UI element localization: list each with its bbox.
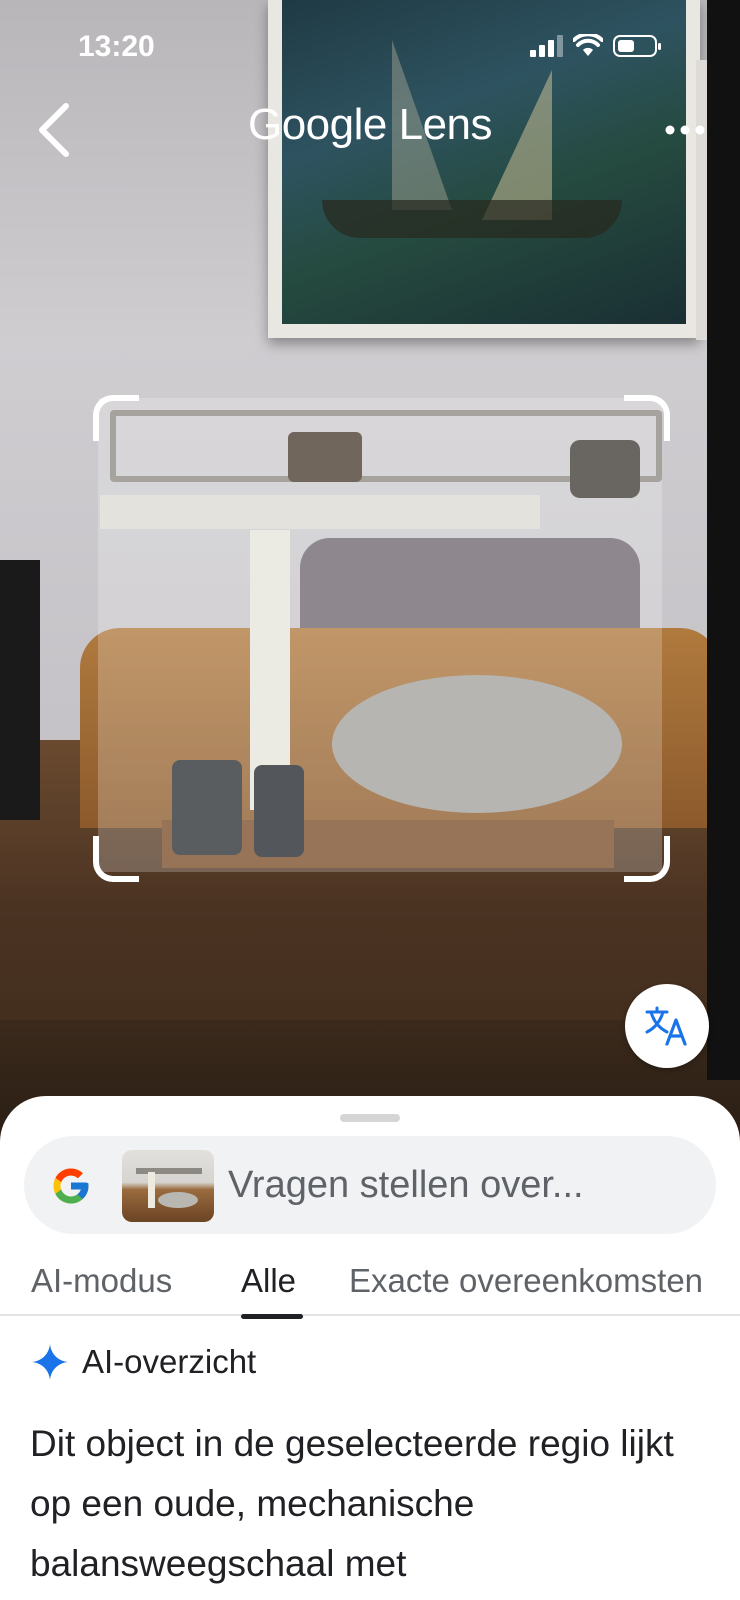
result-tabs: AI-modus Alle Exacte overeenkomsten: [0, 1248, 740, 1319]
signal-icon: [530, 35, 563, 57]
battery-icon: [613, 35, 661, 57]
page-title: Google Lens: [247, 100, 493, 149]
translate-icon: [645, 1006, 687, 1046]
query-thumbnail[interactable]: [122, 1150, 214, 1222]
selection-handle-bottom-right[interactable]: [624, 836, 670, 882]
ai-sparkle-icon: [32, 1344, 68, 1380]
tab-exacte-overeenkomsten[interactable]: Exacte overeenkomsten: [349, 1262, 703, 1300]
ai-overview-header: AI-overzicht: [30, 1342, 256, 1382]
selection-handle-bottom-left[interactable]: [93, 836, 139, 882]
selection-handle-top-left[interactable]: [93, 395, 139, 441]
results-sheet[interactable]: Vragen stellen over... AI-modus Alle Exa…: [0, 1096, 740, 1600]
active-tab-indicator: [241, 1314, 303, 1319]
tab-alle[interactable]: Alle: [241, 1262, 296, 1300]
tab-ai-modus[interactable]: AI-modus: [31, 1262, 172, 1300]
ai-overview-label: AI-overzicht: [82, 1343, 257, 1380]
selection-handle-top-right[interactable]: [624, 395, 670, 441]
selection-region[interactable]: [98, 398, 662, 872]
status-time: 13:20: [78, 30, 155, 63]
wifi-icon: [573, 34, 603, 56]
translate-button[interactable]: [625, 984, 709, 1068]
more-options-icon[interactable]: [660, 110, 710, 150]
ai-overview-text: Dit object in de geselecteerde regio lij…: [30, 1423, 674, 1584]
google-g-icon: [53, 1168, 89, 1204]
status-icons: [530, 34, 661, 58]
search-input[interactable]: Vragen stellen over...: [228, 1164, 584, 1207]
search-bar[interactable]: Vragen stellen over...: [24, 1136, 716, 1234]
sheet-drag-handle[interactable]: [340, 1114, 400, 1122]
